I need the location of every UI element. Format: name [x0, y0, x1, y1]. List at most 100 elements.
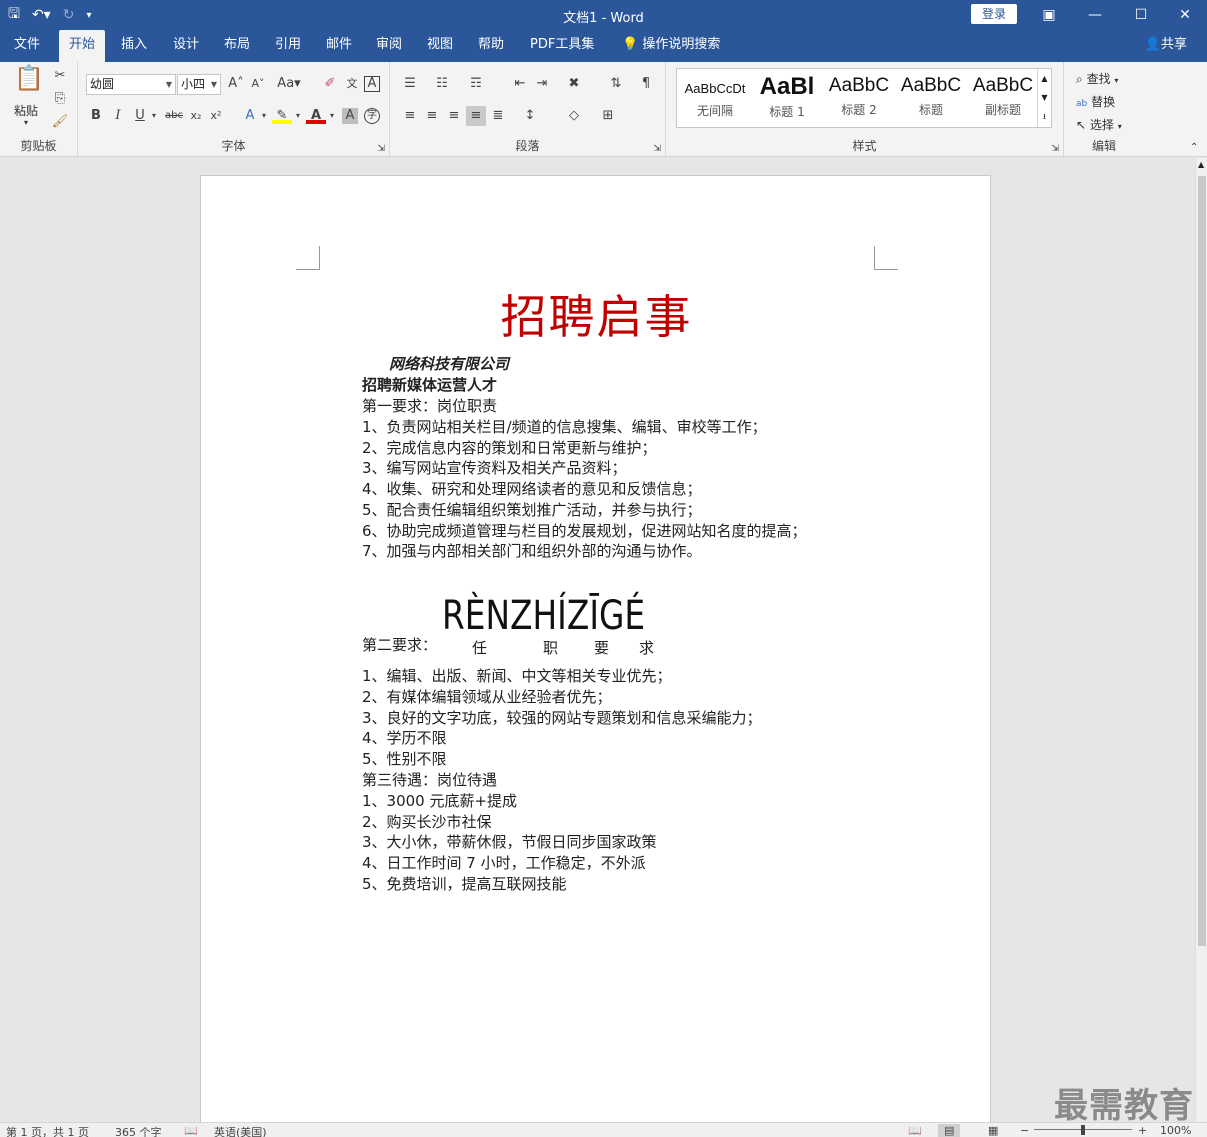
show-formatting-marks-icon[interactable]: ¶ — [636, 74, 656, 94]
tab-review[interactable]: 审阅 — [366, 30, 412, 62]
share-label: 共享 — [1160, 37, 1187, 52]
style-title[interactable]: AaBbC 标题 — [895, 69, 967, 127]
minimize-button[interactable]: — — [1072, 0, 1118, 30]
ribbon-display-options-icon[interactable]: ▣ — [1026, 0, 1072, 30]
section2-item: 1、编辑、出版、新闻、中文等相关专业优先； — [362, 667, 672, 685]
close-button[interactable]: ✕ — [1162, 0, 1207, 30]
maximize-button[interactable]: ☐ — [1118, 0, 1164, 30]
paste-dropdown-icon[interactable]: ▾ — [24, 118, 28, 127]
paste-icon[interactable]: 📋 — [14, 66, 44, 98]
shrink-font-icon[interactable]: A˅ — [248, 74, 268, 94]
superscript-icon[interactable]: x² — [206, 106, 226, 126]
chevron-up-icon[interactable]: ▲ — [1038, 69, 1051, 88]
numbering-icon[interactable]: ☷ — [432, 74, 452, 94]
style-no-spacing[interactable]: AaBbCcDt 无间隔 — [679, 69, 751, 127]
change-case-icon[interactable]: Aa▾ — [276, 74, 302, 94]
tab-view[interactable]: 视图 — [417, 30, 463, 62]
line-spacing-icon[interactable]: ↕ — [520, 106, 540, 126]
highlight-dropdown-icon[interactable]: ▾ — [288, 106, 308, 126]
strikethrough-icon[interactable]: abc — [164, 106, 184, 126]
replace-button[interactable]: ab 替换 — [1076, 93, 1115, 110]
scroll-up-icon[interactable]: ▲ — [1198, 160, 1204, 169]
chevron-down-icon: ▾ — [1117, 122, 1122, 131]
subscript-icon[interactable]: x₂ — [186, 106, 206, 126]
style-heading-2[interactable]: AaBbC 标题 2 — [823, 69, 895, 127]
tab-pdf-tools[interactable]: PDF工具集 — [520, 30, 604, 62]
word-count[interactable]: 365 个字 — [115, 1124, 162, 1137]
grow-font-icon[interactable]: A˄ — [226, 74, 246, 94]
enclose-characters-icon[interactable]: 字 — [364, 108, 380, 124]
select-button[interactable]: ↖ 选择 ▾ — [1076, 116, 1122, 133]
page-count[interactable]: 第 1 页，共 1 页 — [6, 1124, 89, 1137]
font-name-value: 幼圆 — [90, 77, 115, 91]
font-size-combo[interactable]: 小四 ▼ — [177, 74, 221, 95]
section1-item: 3、编写网站宣传资料及相关产品资料； — [362, 459, 627, 477]
collapse-ribbon-icon[interactable]: ⌃ — [1190, 142, 1198, 153]
italic-icon[interactable]: I — [108, 106, 128, 126]
align-right-icon[interactable]: ≡ — [444, 106, 464, 126]
tab-insert[interactable]: 插入 — [111, 30, 157, 62]
paragraph-group: ☰ ☷ ☶ ⇤ ⇥ ✖ ⇅ ¶ ≡ ≡ ≡ ≡ ≣ ↕ ◇ ⊞ 段落 ⇲ — [390, 62, 666, 157]
copy-icon[interactable]: ⎘ — [50, 89, 70, 109]
replace-icon: ab — [1076, 99, 1088, 109]
distributed-icon[interactable]: ≣ — [488, 106, 508, 126]
font-name-combo[interactable]: 幼圆 ▼ — [86, 74, 176, 95]
cut-icon[interactable]: ✂ — [50, 66, 70, 86]
tab-help[interactable]: 帮助 — [468, 30, 514, 62]
web-layout-icon[interactable]: ▦ — [988, 1124, 998, 1137]
bullets-icon[interactable]: ☰ — [400, 74, 420, 94]
section3-item: 2、购买长沙市社保 — [362, 813, 492, 831]
phonetic-guide-icon[interactable]: 文 — [342, 74, 362, 94]
font-dialog-launcher-icon[interactable]: ⇲ — [377, 144, 385, 154]
sort-icon[interactable]: ⇅ — [606, 74, 626, 94]
justify-icon[interactable]: ≡ — [466, 106, 486, 126]
tab-references[interactable]: 引用 — [265, 30, 311, 62]
bold-icon[interactable]: B — [86, 106, 106, 126]
print-layout-icon[interactable]: ▤ — [938, 1124, 961, 1137]
styles-dialog-launcher-icon[interactable]: ⇲ — [1051, 144, 1059, 154]
chevron-down-icon[interactable]: ▼ — [1038, 88, 1051, 107]
chinese-layout-icon[interactable]: ✖ — [564, 74, 584, 94]
tab-layout[interactable]: 布局 — [214, 30, 260, 62]
paragraph-dialog-launcher-icon[interactable]: ⇲ — [653, 144, 661, 154]
ribbon: 📋 粘贴 ▾ ✂ ⎘ 🖌 剪贴板 幼圆 ▼ 小四 ▼ A˄ A˅ Aa▾ ✐ 文 A… — [0, 62, 1207, 157]
zoom-out-icon[interactable]: − — [1020, 1124, 1029, 1137]
increase-indent-icon[interactable]: ⇥ — [532, 74, 552, 94]
find-button[interactable]: ⌕ 查找 ▾ — [1076, 70, 1118, 87]
underline-dropdown-icon[interactable]: ▾ — [144, 106, 164, 126]
section2-item: 5、性别不限 — [362, 750, 447, 768]
cursor-icon: ↖ — [1076, 118, 1087, 132]
proofing-icon[interactable]: 📖 — [184, 1124, 198, 1137]
multilevel-list-icon[interactable]: ☶ — [466, 74, 486, 94]
language[interactable]: 英语(美国) — [214, 1124, 267, 1137]
style-subtitle[interactable]: AaBbC 副标题 — [967, 69, 1039, 127]
read-mode-icon[interactable]: 📖 — [908, 1124, 922, 1137]
tab-design[interactable]: 设计 — [163, 30, 209, 62]
character-border-icon[interactable]: A — [364, 76, 380, 92]
document-page[interactable]: 招聘启事 网络科技有限公司 招聘新媒体运营人才 第一要求：岗位职责 1、负责网站… — [200, 175, 991, 1125]
font-size-value: 小四 — [181, 77, 206, 91]
margin-corner-top-left — [296, 246, 320, 270]
tab-home[interactable]: 开始 — [59, 30, 106, 62]
tab-file[interactable]: 文件 — [4, 30, 50, 62]
scrollbar-thumb[interactable] — [1198, 176, 1206, 946]
shading-icon[interactable]: ◇ — [564, 106, 584, 126]
vertical-scrollbar[interactable]: ▲ — [1195, 158, 1207, 1122]
share-button[interactable]: 👤共享 — [1145, 30, 1187, 60]
tab-mailings[interactable]: 邮件 — [316, 30, 362, 62]
paste-button[interactable]: 粘贴 — [14, 102, 38, 119]
font-color-dropdown-icon[interactable]: ▾ — [322, 106, 342, 126]
font-group-label: 字体 — [221, 139, 246, 153]
character-shading-icon[interactable]: A — [342, 108, 358, 124]
align-left-icon[interactable]: ≡ — [400, 106, 420, 126]
borders-icon[interactable]: ⊞ — [598, 106, 618, 126]
tell-me-search[interactable]: 💡 操作说明搜索 — [612, 30, 730, 62]
style-heading-1[interactable]: AaBl 标题 1 — [751, 69, 823, 127]
align-center-icon[interactable]: ≡ — [422, 106, 442, 126]
login-button[interactable]: 登录 — [971, 4, 1017, 24]
decrease-indent-icon[interactable]: ⇤ — [510, 74, 530, 94]
clear-formatting-icon[interactable]: ✐ — [320, 74, 340, 94]
more-styles-icon[interactable]: ⭳ — [1038, 107, 1051, 126]
format-painter-icon[interactable]: 🖌 — [50, 112, 70, 132]
text-effects-dropdown-icon[interactable]: ▾ — [254, 106, 274, 126]
